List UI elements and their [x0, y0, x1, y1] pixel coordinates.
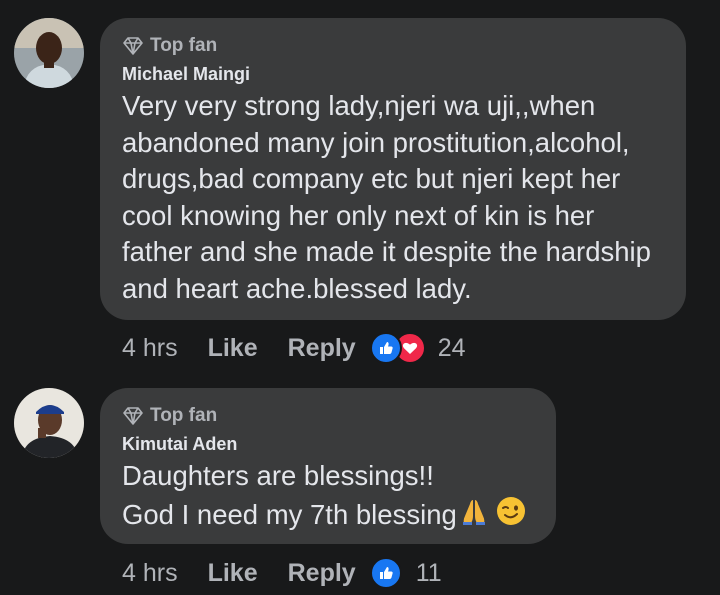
reply-button[interactable]: Reply [288, 559, 356, 588]
folded-hands-emoji [459, 496, 489, 536]
like-reaction-icon [369, 557, 402, 589]
comment-line: Daughters are blessings!! [122, 460, 434, 491]
timestamp[interactable]: 4 hrs [122, 559, 178, 588]
comment-bubble: Top fan Michael Maingi Very very strong … [100, 18, 686, 320]
author-name[interactable]: Kimutai Aden [122, 432, 534, 456]
top-fan-badge: Top fan [122, 404, 534, 428]
comment-line: God I need my 7th blessing [122, 495, 534, 537]
comment-actions: 4 hrs Like Reply 24 [122, 332, 466, 364]
reply-button[interactable]: Reply [288, 334, 356, 363]
diamond-icon [122, 37, 144, 55]
comment-bubble: Top fan Kimutai Aden Daughters are bless… [100, 388, 556, 544]
like-button[interactable]: Like [208, 559, 258, 588]
author-name[interactable]: Michael Maingi [122, 62, 664, 86]
like-reaction-icon [369, 332, 402, 364]
reaction-count: 11 [415, 558, 442, 587]
comment-text: Daughters are blessings!! God I need my … [122, 458, 534, 536]
badge-label: Top fan [150, 405, 218, 426]
avatar[interactable] [14, 18, 84, 88]
like-button[interactable]: Like [208, 334, 258, 363]
comment-text: Very very strong lady,njeri wa uji,,when… [122, 90, 651, 304]
avatar-photo [14, 388, 84, 458]
reaction-count: 24 [437, 333, 466, 362]
avatar[interactable] [14, 388, 84, 458]
reactions-summary[interactable]: 11 [369, 557, 442, 589]
comment-actions: 4 hrs Like Reply 11 [122, 557, 442, 589]
avatar-photo [14, 18, 84, 88]
diamond-icon [122, 407, 144, 425]
winking-face-emoji [495, 495, 527, 537]
reactions-summary[interactable]: 24 [369, 332, 466, 364]
top-fan-badge: Top fan [122, 34, 664, 58]
timestamp[interactable]: 4 hrs [122, 334, 178, 363]
badge-label: Top fan [150, 35, 218, 56]
comment-line-text: God I need my 7th blessing [122, 499, 457, 530]
